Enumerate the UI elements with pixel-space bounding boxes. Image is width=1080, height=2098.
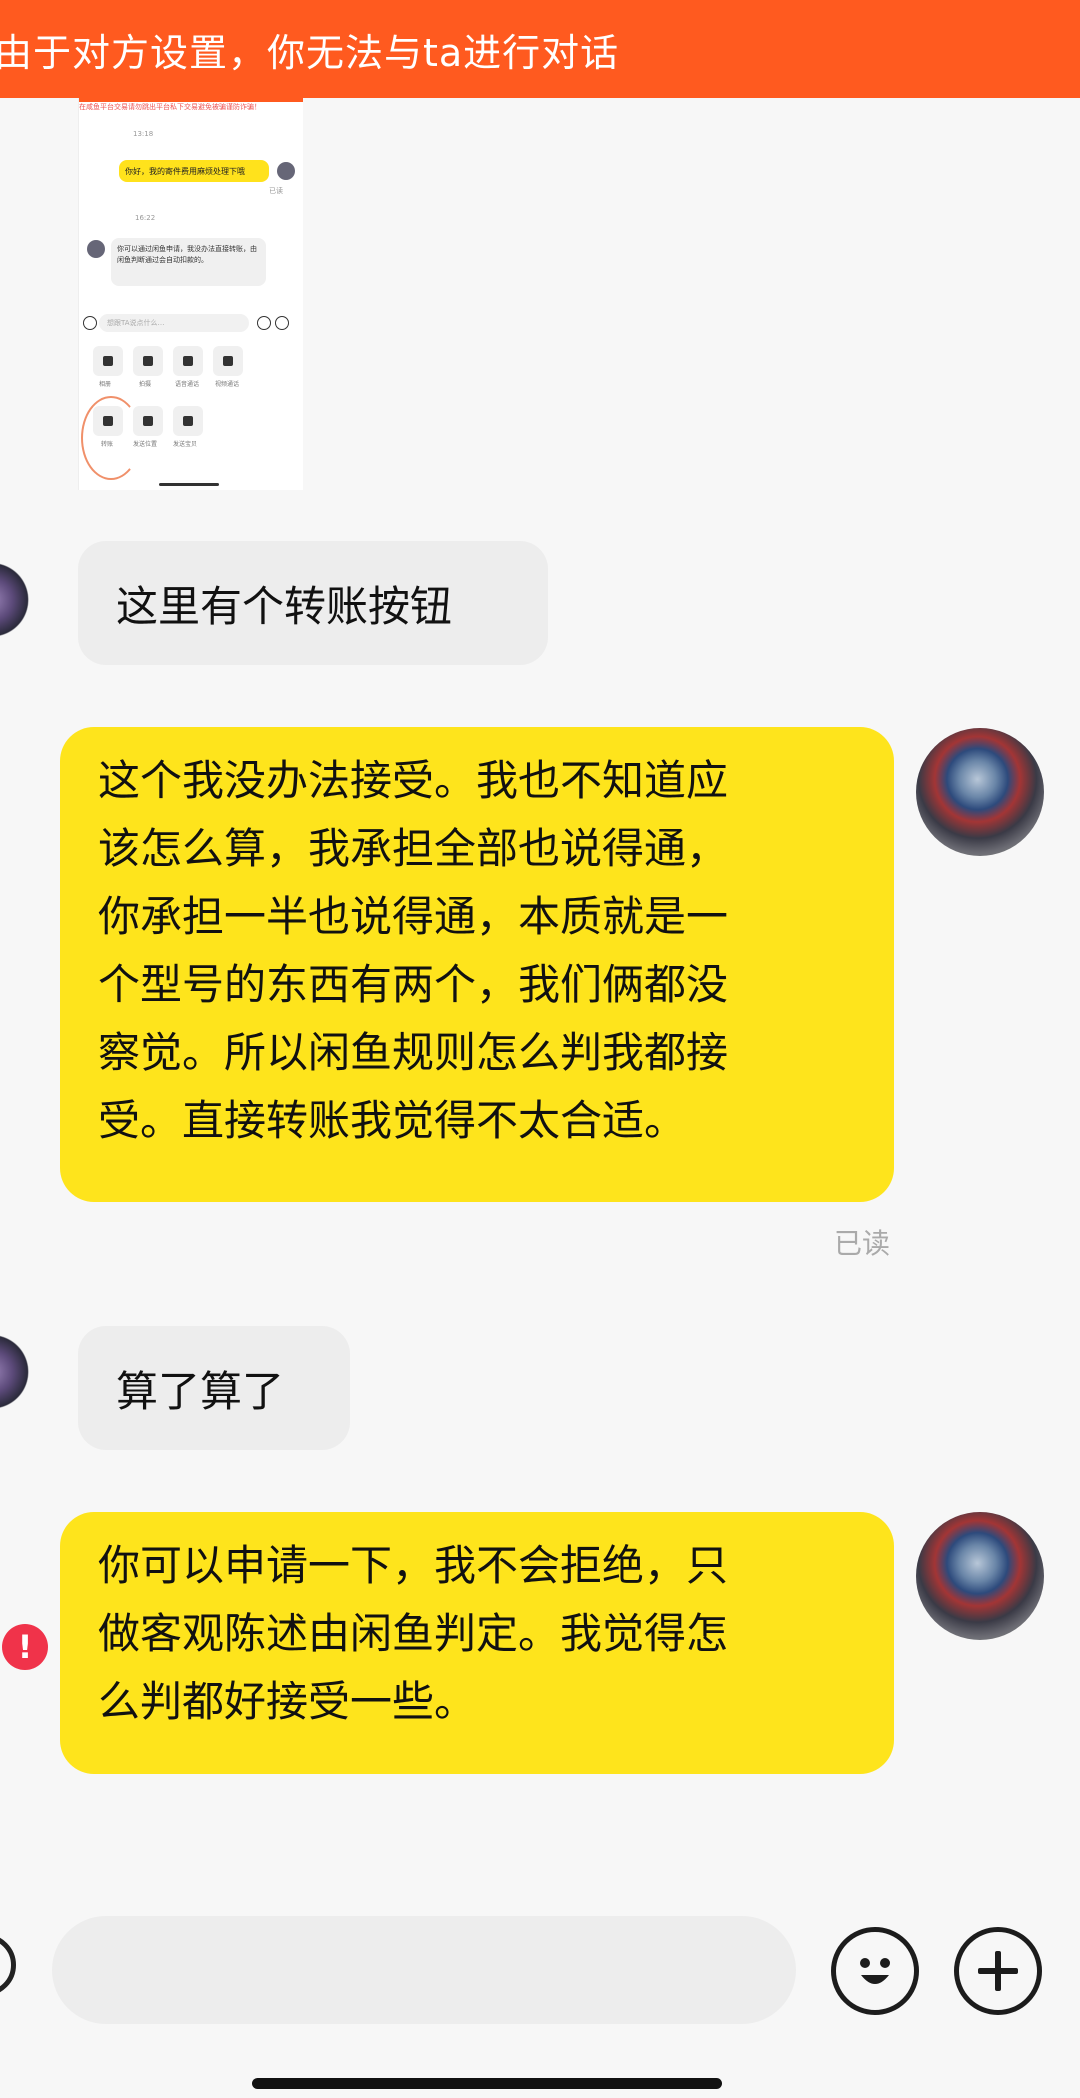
screenshot-tool-label: 发送宝贝 bbox=[173, 441, 198, 448]
send-failed-icon[interactable]: ! bbox=[2, 1624, 48, 1670]
message-line: 个型号的东西有两个，我们俩都没 bbox=[98, 960, 729, 1009]
screenshot-album-icon bbox=[93, 346, 123, 376]
message-line: 受。直接转账我觉得不太合适。 bbox=[98, 1096, 687, 1145]
screenshot-mic-icon bbox=[83, 316, 97, 330]
screenshot-time-2: 16:22 bbox=[135, 214, 156, 222]
screenshot-voice-call-icon bbox=[173, 346, 203, 376]
message-line: 你可以申请一下，我不会拒绝，只 bbox=[98, 1541, 729, 1590]
message-line: 么判都好接受一些。 bbox=[98, 1677, 477, 1726]
home-indicator[interactable] bbox=[252, 2078, 722, 2089]
plus-icon[interactable] bbox=[954, 1927, 1042, 2015]
banner-text: 由于对方设置，你无法与ta进行对话 bbox=[0, 30, 620, 75]
screenshot-emoji-icon bbox=[257, 316, 271, 330]
message-bubble-received: 算了算了 bbox=[78, 1326, 350, 1450]
screenshot-home-bar bbox=[159, 483, 219, 486]
read-status: 已读 bbox=[834, 1227, 891, 1260]
screenshot-tool-label: 拍摄 bbox=[139, 381, 152, 388]
screenshot-other-message: 你可以通过闲鱼申请，我没办法直接转账，由闲鱼判断通过会自动扣款的。 bbox=[111, 238, 266, 286]
screenshot-tool-label: 视频通话 bbox=[215, 381, 240, 388]
shared-screenshot-image[interactable]: 在咸鱼平台交易请勿跳出平台私下交易避免被骗谨防诈骗！ 13:18 你好，我的寄件… bbox=[78, 98, 303, 490]
message-bubble-received: 这里有个转账按钮 bbox=[78, 541, 548, 665]
screenshot-read: 已读 bbox=[269, 187, 283, 195]
other-avatar[interactable] bbox=[0, 562, 30, 646]
screenshot-my-message: 你好，我的寄件费用麻烦处理下哦 bbox=[119, 160, 269, 182]
screenshot-time-1: 13:18 bbox=[133, 130, 154, 138]
screenshot-input: 想跟TA说点什么… bbox=[99, 314, 249, 332]
screenshot-camera-icon bbox=[133, 346, 163, 376]
message-input[interactable] bbox=[52, 1916, 796, 2024]
screenshot-send-item-icon bbox=[173, 406, 203, 436]
message-bubble-sent: 你可以申请一下，我不会拒绝，只 做客观陈述由闲鱼判定。我觉得怎 么判都好接受一些… bbox=[60, 1512, 894, 1774]
screenshot-tool-label: 相册 bbox=[99, 381, 112, 388]
emoji-icon[interactable] bbox=[831, 1927, 919, 2015]
message-line: 你承担一半也说得通，本质就是一 bbox=[98, 892, 729, 941]
other-avatar[interactable] bbox=[0, 1334, 30, 1418]
my-avatar[interactable] bbox=[916, 1512, 1044, 1640]
message-line: 察觉。所以闲鱼规则怎么判我都接 bbox=[98, 1028, 729, 1077]
screenshot-my-avatar bbox=[277, 162, 295, 180]
screenshot-highlight-circle bbox=[81, 396, 141, 480]
message-line: 这个我没办法接受。我也不知道应 bbox=[98, 756, 729, 805]
screenshot-tool-label: 语音通话 bbox=[175, 381, 200, 388]
message-text: 算了算了 bbox=[116, 1366, 285, 1416]
message-text: 这里有个转账按钮 bbox=[116, 581, 453, 631]
screenshot-other-avatar bbox=[87, 240, 105, 258]
screenshot-notice: 在咸鱼平台交易请勿跳出平台私下交易避免被骗谨防诈骗！ bbox=[79, 103, 261, 111]
voice-toggle-icon[interactable] bbox=[0, 1934, 16, 1996]
message-line: 该怎么算，我承担全部也说得通， bbox=[98, 824, 729, 873]
message-bubble-sent: 这个我没办法接受。我也不知道应 该怎么算，我承担全部也说得通， 你承担一半也说得… bbox=[60, 727, 894, 1202]
chat-restriction-banner: 由于对方设置，你无法与ta进行对话 bbox=[0, 0, 1080, 98]
message-line: 做客观陈述由闲鱼判定。我觉得怎 bbox=[98, 1609, 729, 1658]
my-avatar[interactable] bbox=[916, 728, 1044, 856]
screenshot-close-icon bbox=[275, 316, 289, 330]
screenshot-video-call-icon bbox=[213, 346, 243, 376]
